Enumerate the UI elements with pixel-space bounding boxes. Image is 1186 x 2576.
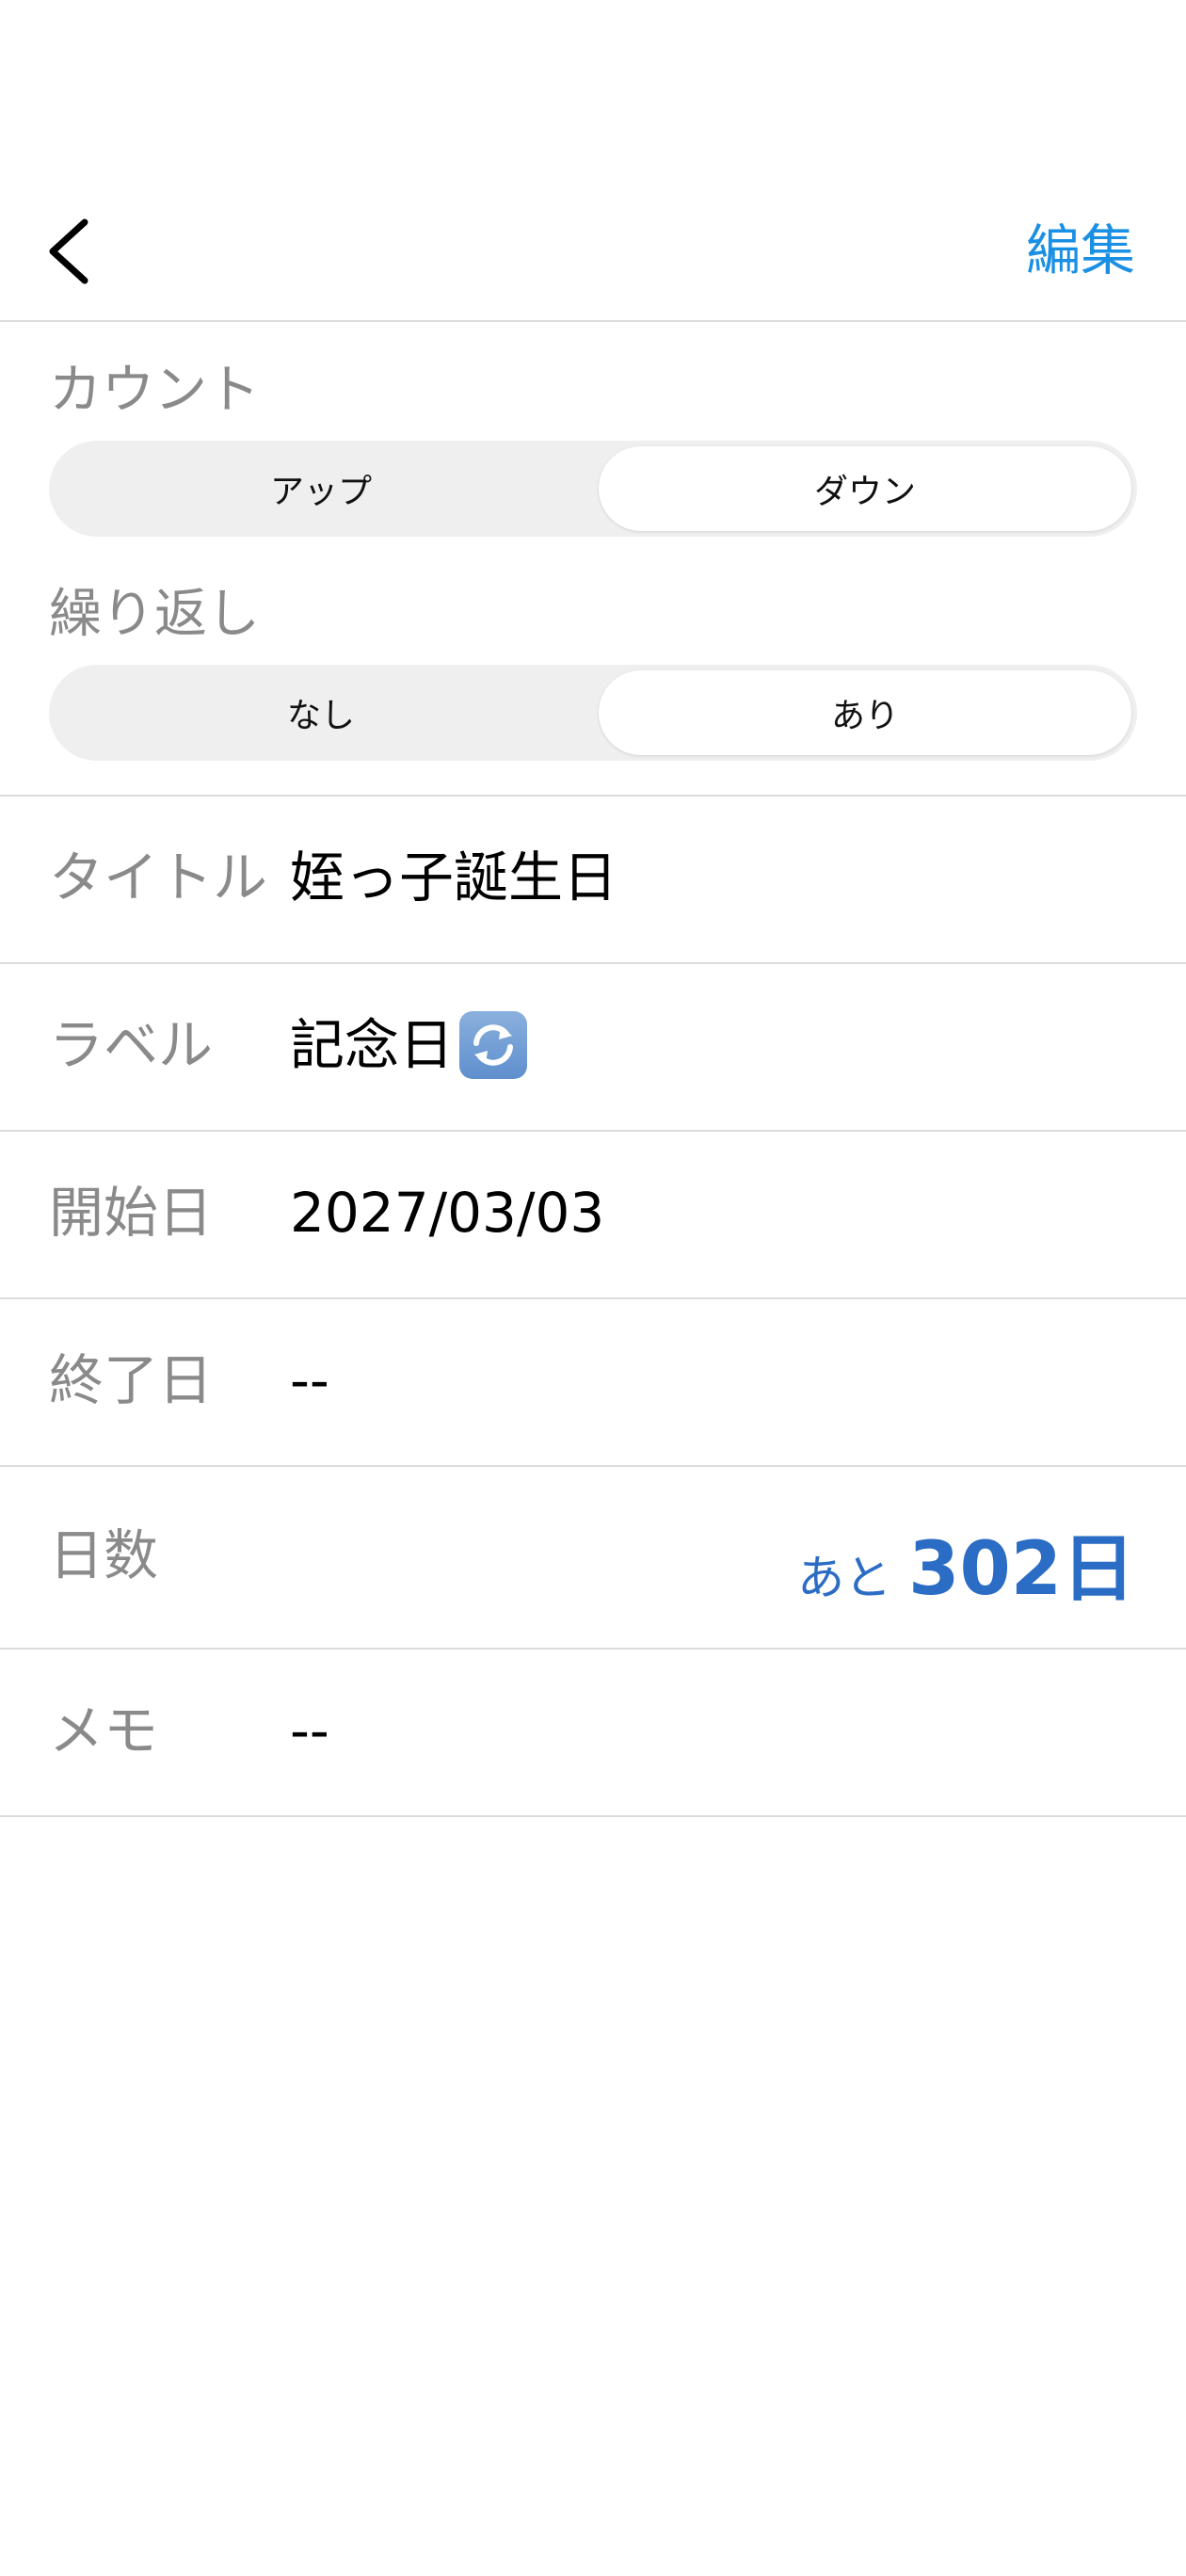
days-label: 日数 xyxy=(49,1523,159,1587)
tag-value-text: 記念日 xyxy=(290,1013,455,1077)
divider xyxy=(0,1465,1186,1467)
edit-button[interactable]: 編集 xyxy=(1026,213,1135,288)
repeat-icon xyxy=(459,1011,528,1079)
end-date-value: -- xyxy=(290,1348,329,1412)
repeat-yes-option[interactable]: あり xyxy=(599,670,1131,755)
chevron-left-icon xyxy=(49,218,88,284)
divider xyxy=(0,1648,1186,1650)
days-prefix: あと xyxy=(797,1551,892,1605)
back-button[interactable] xyxy=(36,209,107,294)
memo-label: メモ xyxy=(49,1699,159,1763)
divider xyxy=(0,795,1186,797)
repeat-label: 繰り返し xyxy=(49,584,260,645)
divider xyxy=(0,1815,1186,1817)
start-date-value: 2027/03/03 xyxy=(290,1181,605,1245)
title-value: 姪っ子誕生日 xyxy=(290,845,618,910)
count-label: カウント xyxy=(49,360,260,421)
tag-value: 記念日 xyxy=(290,1007,528,1083)
days-remaining: あと 302日 xyxy=(797,1510,1135,1616)
repeat-none-option[interactable]: なし xyxy=(55,670,587,755)
tag-label: ラベル xyxy=(49,1013,214,1077)
count-down-option[interactable]: ダウン xyxy=(599,446,1131,531)
end-date-label: 終了日 xyxy=(49,1348,214,1412)
days-number: 302日 xyxy=(908,1527,1135,1612)
count-up-option[interactable]: アップ xyxy=(55,446,587,531)
start-date-label: 開始日 xyxy=(49,1181,214,1245)
divider xyxy=(0,1297,1186,1299)
memo-value: -- xyxy=(290,1699,329,1763)
divider xyxy=(0,1130,1186,1132)
count-segmented-control: アップ ダウン xyxy=(49,441,1137,537)
navigation-bar: 編集 xyxy=(0,0,1186,322)
repeat-segmented-control: なし あり xyxy=(49,665,1137,761)
title-label: タイトル xyxy=(49,845,268,910)
divider xyxy=(0,962,1186,964)
